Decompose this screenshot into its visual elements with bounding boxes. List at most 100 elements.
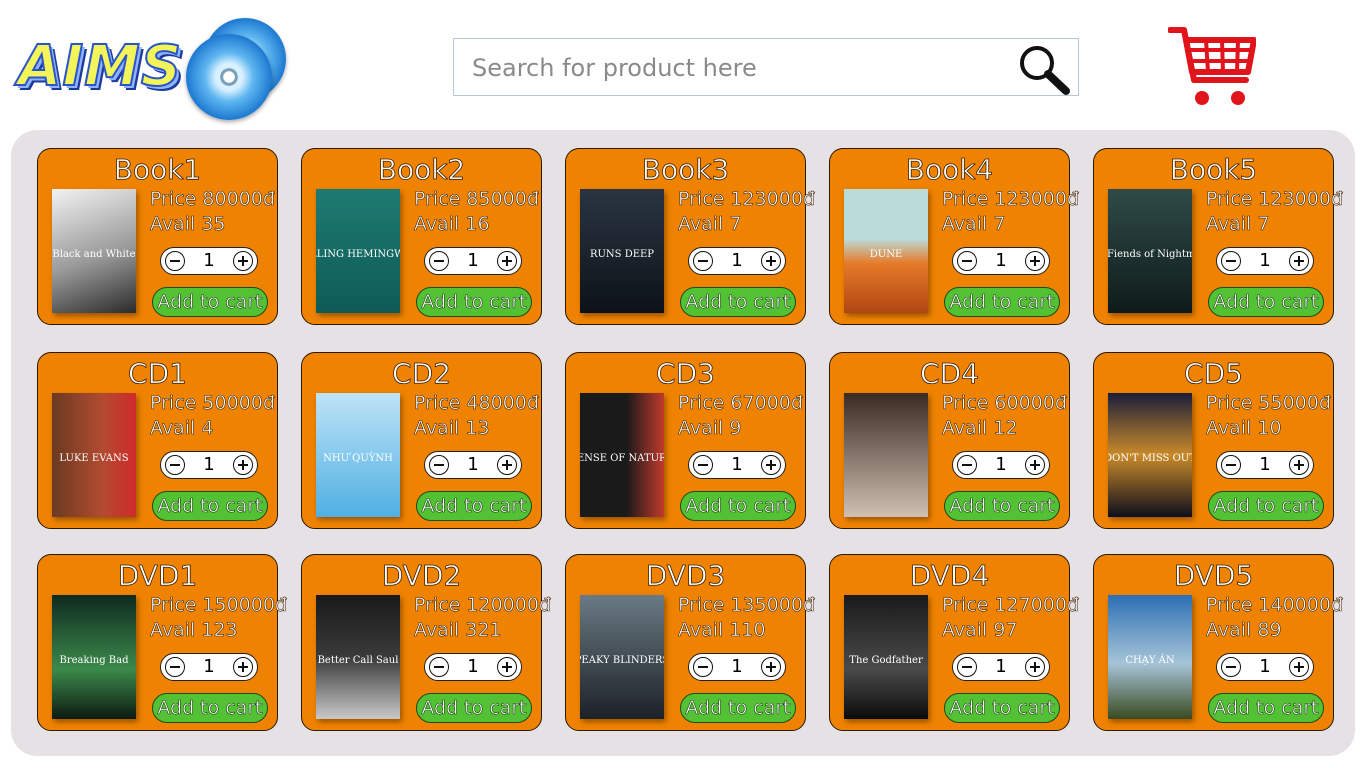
product-card: DVD2 Better Call Saul Price 120000đ Avai…	[301, 554, 551, 731]
plus-icon[interactable]	[497, 251, 517, 271]
plus-icon[interactable]	[497, 455, 517, 475]
minus-icon[interactable]	[957, 657, 977, 677]
cart-icon[interactable]	[1168, 26, 1256, 110]
product-availability: Avail 7	[1206, 213, 1270, 236]
minus-icon[interactable]	[1221, 657, 1241, 677]
quantity-value[interactable]: 1	[981, 654, 1021, 680]
product-image[interactable]: PEAKY BLINDERS	[580, 595, 664, 719]
product-image[interactable]: DON'T MISS OUT	[1108, 393, 1192, 517]
aims-logo[interactable]: AIMS	[14, 16, 294, 126]
product-title: CD1	[128, 357, 188, 391]
add-to-cart-button[interactable]: Add to cart	[1208, 287, 1324, 317]
plus-icon[interactable]	[497, 657, 517, 677]
plus-icon[interactable]	[761, 455, 781, 475]
product-availability: Avail 9	[678, 417, 742, 440]
quantity-value[interactable]: 1	[717, 248, 757, 274]
minus-icon[interactable]	[957, 251, 977, 271]
search-bar[interactable]	[453, 38, 1079, 97]
plus-icon[interactable]	[1289, 455, 1309, 475]
product-image[interactable]: KILLING HEMINGWAY	[316, 189, 400, 313]
quantity-value[interactable]: 1	[981, 248, 1021, 274]
plus-icon[interactable]	[1289, 251, 1309, 271]
product-price: Price 50000đ	[150, 392, 276, 415]
product-image[interactable]: The Fiends of Nightmaria	[1108, 189, 1192, 313]
svg-text:PENSE OF NATURE: PENSE OF NATURE	[580, 453, 664, 464]
add-to-cart-button[interactable]: Add to cart	[944, 491, 1060, 521]
add-to-cart-button[interactable]: Add to cart	[1208, 491, 1324, 521]
product-image[interactable]: PENSE OF NATURE	[580, 393, 664, 517]
product-image[interactable]: CHẠY ÁN	[1108, 595, 1192, 719]
add-to-cart-button[interactable]: Add to cart	[680, 491, 796, 521]
product-card: Book5 The Fiends of Nightmaria Price 123…	[1093, 148, 1343, 325]
quantity-value[interactable]: 1	[1245, 654, 1285, 680]
plus-icon[interactable]	[1025, 455, 1045, 475]
product-image[interactable]: RUNS DEEP	[580, 189, 664, 313]
minus-icon[interactable]	[693, 455, 713, 475]
cover-art-icon: NHƯ QUỲNH	[323, 452, 393, 464]
product-price: Price 48000đ	[414, 392, 540, 415]
product-image[interactable]: Breaking Bad	[52, 595, 136, 719]
minus-icon[interactable]	[693, 251, 713, 271]
quantity-stepper: 1	[424, 247, 522, 275]
product-title: Book1	[113, 153, 202, 187]
product-image[interactable]: The Godfather	[844, 595, 928, 719]
plus-icon[interactable]	[761, 251, 781, 271]
product-image[interactable]: Black and White	[52, 189, 136, 313]
plus-icon[interactable]	[1289, 657, 1309, 677]
add-to-cart-button[interactable]: Add to cart	[680, 693, 796, 723]
minus-icon[interactable]	[693, 657, 713, 677]
minus-icon[interactable]	[1221, 455, 1241, 475]
svg-text:LUKE EVANS: LUKE EVANS	[59, 453, 128, 464]
svg-text:Black and White: Black and White	[52, 249, 135, 260]
plus-icon[interactable]	[233, 251, 253, 271]
plus-icon[interactable]	[761, 657, 781, 677]
search-icon[interactable]	[1016, 43, 1072, 95]
minus-icon[interactable]	[165, 657, 185, 677]
quantity-value[interactable]: 1	[189, 654, 229, 680]
product-image[interactable]: DUNE	[844, 189, 928, 313]
add-to-cart-button[interactable]: Add to cart	[416, 491, 532, 521]
quantity-value[interactable]: 1	[717, 452, 757, 478]
quantity-value[interactable]: 1	[1245, 248, 1285, 274]
product-price: Price 135000đ	[678, 594, 816, 617]
product-image[interactable]: LUKE EVANS	[52, 393, 136, 517]
product-image[interactable]: NHƯ QUỲNH	[316, 393, 400, 517]
quantity-value[interactable]: 1	[453, 248, 493, 274]
minus-icon[interactable]	[1221, 251, 1241, 271]
minus-icon[interactable]	[957, 455, 977, 475]
add-to-cart-button[interactable]: Add to cart	[152, 491, 268, 521]
plus-icon[interactable]	[1025, 251, 1045, 271]
add-to-cart-button[interactable]: Add to cart	[152, 693, 268, 723]
minus-icon[interactable]	[429, 251, 449, 271]
quantity-value[interactable]: 1	[189, 248, 229, 274]
add-to-cart-button[interactable]: Add to cart	[1208, 693, 1324, 723]
product-price: Price 123000đ	[678, 188, 816, 211]
plus-icon[interactable]	[233, 455, 253, 475]
product-price: Price 67000đ	[678, 392, 804, 415]
quantity-stepper: 1	[424, 451, 522, 479]
add-to-cart-button[interactable]: Add to cart	[944, 287, 1060, 317]
product-image[interactable]	[844, 393, 928, 517]
quantity-value[interactable]: 1	[981, 452, 1021, 478]
quantity-value[interactable]: 1	[453, 654, 493, 680]
plus-icon[interactable]	[233, 657, 253, 677]
minus-icon[interactable]	[429, 657, 449, 677]
add-to-cart-button[interactable]: Add to cart	[416, 287, 532, 317]
quantity-value[interactable]: 1	[1245, 452, 1285, 478]
minus-icon[interactable]	[429, 455, 449, 475]
add-to-cart-button[interactable]: Add to cart	[680, 287, 796, 317]
add-to-cart-button[interactable]: Add to cart	[152, 287, 268, 317]
plus-icon[interactable]	[1025, 657, 1045, 677]
quantity-value[interactable]: 1	[453, 452, 493, 478]
search-input[interactable]	[454, 39, 1014, 97]
product-image[interactable]: Better Call Saul	[316, 595, 400, 719]
minus-icon[interactable]	[165, 455, 185, 475]
quantity-value[interactable]: 1	[189, 452, 229, 478]
product-availability: Avail 10	[1206, 417, 1282, 440]
add-to-cart-button[interactable]: Add to cart	[944, 693, 1060, 723]
product-title: DVD2	[381, 559, 462, 593]
minus-icon[interactable]	[165, 251, 185, 271]
quantity-value[interactable]: 1	[717, 654, 757, 680]
product-availability: Avail 13	[414, 417, 490, 440]
add-to-cart-button[interactable]: Add to cart	[416, 693, 532, 723]
